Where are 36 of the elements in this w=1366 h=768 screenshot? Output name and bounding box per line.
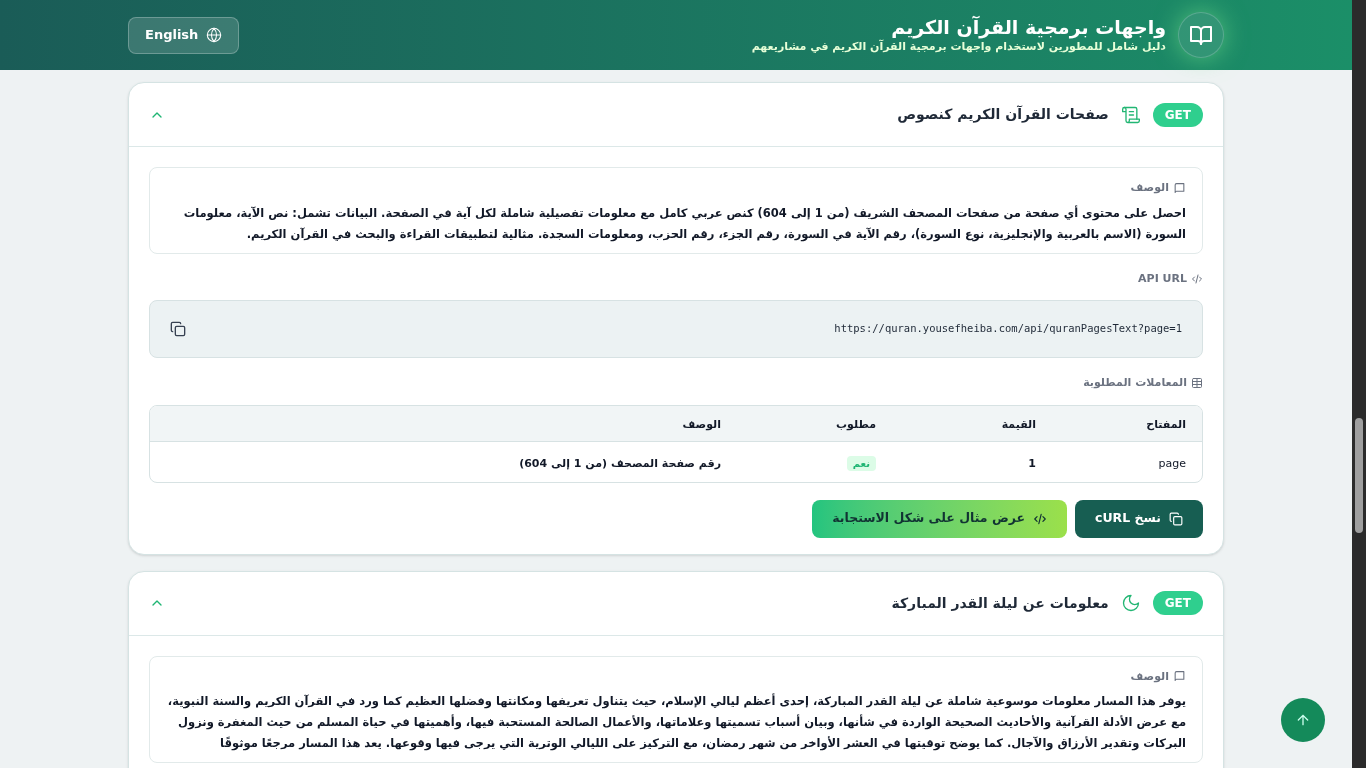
api-url: https://quran.yousefheiba.com/api/quranPagesText?page=1: [834, 321, 1182, 337]
table-cell: page: [1158, 456, 1186, 470]
required-badge: نعم: [846, 455, 876, 471]
section-label: الوصف: [1130, 668, 1169, 685]
description-text: احصل على محتوى أي صفحة من صفحات المصحف الشريف (من 1 إلى 604) كنص عربي كامل مع معلومات تفصيلية شاملة لكل آية في الصفحة. البيانات تشمل: نص الآية، معلومات السورة (الاسم بالعربية والإنجليزية، نوع السورة)، رقم الآية في السورة، رقم الجزء، رقم الحزب، ومعلومات السجدة. مثالية لتطبيقات القراءة والبحث في القرآن الكريم.: [182, 204, 1186, 244]
endpoint-title: صفحات القرآن الكريم كنصوص: [897, 104, 1109, 125]
column-header: المفتاح: [1146, 418, 1186, 431]
copy-button[interactable]: [170, 321, 186, 337]
description-text: يوفر هذا المسار معلومات موسوعية شاملة عن ليلة القدر المباركة، إحدى أعظم ليالي الإسلام، حيث يتناول تعريفها ومكانتها وفضلها العظيم كما ورد في القرآن الكريم والسنة النبوية، مع عرض الأدلة القرآنية والأحاديث الصحيحة الواردة في شأنها، وبيان أسباب تسميتها وعلاماتها، والأعمال الصالحة المستحبة فيها، وأهميتها في حياة المسلم من حيث المغفرة ونزول البركات وتقدير الأرزاق والآجال. كما يوضح توقيتها في العشر الأواخر من شهر رمضان، مع التركيز على الليالي الوترية التي يرجى فيها وقوعها. يعد هذا المسار مرجعًا موثوقًا: [166, 692, 1186, 753]
copy-curl-button[interactable]: نسخ cURL: [1075, 499, 1203, 538]
table-cell: رقم صفحة المصحف (من 1 إلى 604): [519, 456, 721, 470]
endpoint-title: معلومات عن ليلة القدر المباركة: [891, 593, 1109, 614]
table-icon: [1191, 377, 1203, 390]
section-label: الوصف: [1130, 180, 1169, 196]
scroll-icon: [1120, 104, 1141, 125]
copy-icon: [1169, 511, 1183, 526]
method-badge: GET: [1152, 102, 1203, 127]
section-label: API URL: [1138, 270, 1187, 287]
column-header: مطلوب: [836, 418, 876, 431]
globe-icon: [206, 27, 223, 43]
language-button[interactable]: English: [128, 16, 240, 54]
scroll-top-button[interactable]: [1281, 698, 1325, 742]
arrow-up-icon: [1295, 712, 1311, 728]
copy-icon: [170, 321, 186, 337]
column-header: القيمة: [1001, 418, 1036, 431]
app-title: واجهات برمجية القرآن الكريم: [891, 15, 1166, 39]
code-icon: [1191, 272, 1203, 285]
scrollbar[interactable]: [1352, 0, 1366, 768]
column-header: الوصف: [682, 418, 721, 431]
section-label: المعاملات المطلوبة: [1083, 375, 1187, 391]
code-icon: [1033, 511, 1048, 526]
method-badge: GET: [1152, 591, 1203, 615]
response-example-button[interactable]: عرض مثال على شكل الاستجابة: [812, 499, 1068, 538]
moon-icon: [1120, 593, 1141, 613]
table-cell: 1: [1028, 456, 1036, 470]
app-subtitle: دليل شامل للمطورين لاستخدام واجهات برمجية القرآن الكريم في مشاريعهم: [751, 39, 1166, 55]
